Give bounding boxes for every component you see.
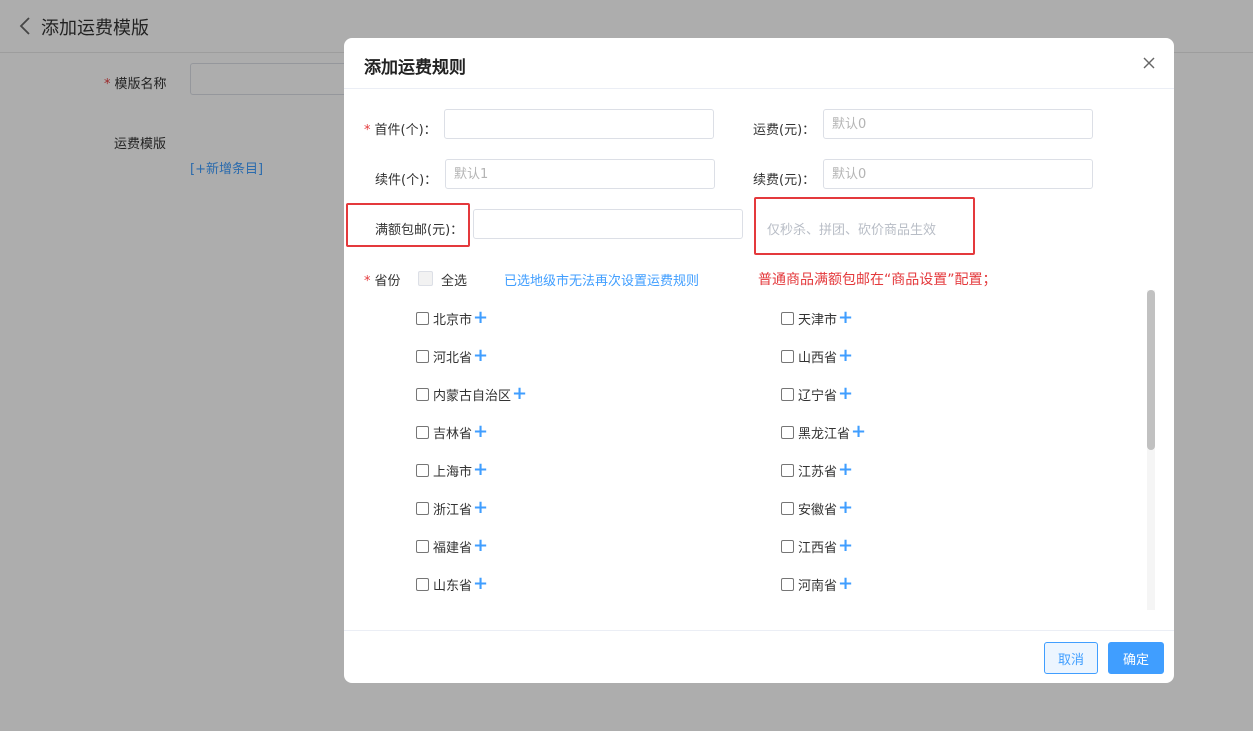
province-item: 河南省 + — [781, 574, 853, 594]
expand-plus-icon[interactable]: + — [473, 575, 488, 593]
province-label: 山东省 — [433, 578, 473, 594]
province-checkbox[interactable] — [416, 463, 429, 477]
first-item-input[interactable] — [444, 109, 714, 139]
confirm-button[interactable]: 确定 — [1108, 642, 1164, 674]
province-item: 吉林省 + — [416, 422, 488, 442]
province-label: 天津市 — [798, 312, 838, 328]
province-checkbox[interactable] — [781, 463, 794, 477]
province-checkbox[interactable] — [416, 501, 429, 515]
dialog-footer: 取消 确定 — [344, 630, 1174, 683]
province-label: 辽宁省 — [798, 388, 838, 404]
free-shipping-hint: 仅秒杀、拼团、砍价商品生效 — [767, 223, 937, 238]
city-notice: 已选地级市无法再次设置运费规则 — [504, 274, 700, 289]
province-label: 北京市 — [433, 312, 473, 328]
province-item: 浙江省 + — [416, 498, 488, 518]
province-label: 上海市 — [433, 464, 473, 480]
province-checkbox[interactable] — [781, 425, 794, 439]
expand-plus-icon[interactable]: + — [473, 499, 488, 517]
province-item: 安徽省 + — [781, 498, 853, 518]
select-all-checkbox[interactable] — [418, 271, 433, 286]
dialog-header: 添加运费规则 — [344, 38, 1174, 89]
expand-plus-icon[interactable]: + — [473, 347, 488, 365]
province-checkbox[interactable] — [781, 501, 794, 515]
province-checkbox[interactable] — [781, 311, 794, 325]
expand-plus-icon[interactable]: + — [851, 423, 866, 441]
expand-plus-icon[interactable]: + — [838, 309, 853, 327]
expand-plus-icon[interactable]: + — [838, 461, 853, 479]
province-checkbox[interactable] — [416, 387, 429, 401]
province-item: 辽宁省 + — [781, 384, 853, 404]
cancel-button[interactable]: 取消 — [1044, 642, 1098, 674]
required-star: * — [364, 123, 371, 138]
province-item: 福建省 + — [416, 536, 488, 556]
expand-plus-icon[interactable]: + — [838, 575, 853, 593]
province-label: 安徽省 — [798, 502, 838, 518]
province-label: 江西省 — [798, 540, 838, 556]
province-label: * 省份 — [364, 274, 401, 289]
extra-fee-input[interactable] — [823, 159, 1093, 189]
province-item: 江西省 + — [781, 536, 853, 556]
province-item: 河北省 + — [416, 346, 488, 366]
first-fee-label: 运费(元)： — [753, 123, 816, 138]
select-all-label: 全选 — [441, 274, 468, 289]
extra-fee-label: 续费(元)： — [753, 173, 816, 188]
province-item: 山西省 + — [781, 346, 853, 366]
province-checkbox[interactable] — [781, 539, 794, 553]
add-shipping-rule-dialog: 添加运费规则 *首件(个)： 运费(元)： 续件(个)： 续费(元)： 满额包邮… — [344, 38, 1174, 683]
province-item: 黑龙江省 + — [781, 422, 866, 442]
province-item: 内蒙古自治区 + — [416, 384, 527, 404]
expand-plus-icon[interactable]: + — [838, 537, 853, 555]
province-label: 浙江省 — [433, 502, 473, 518]
province-label: 山西省 — [798, 350, 838, 366]
expand-plus-icon[interactable]: + — [473, 309, 488, 327]
extra-item-label: 续件(个)： — [375, 173, 438, 188]
province-label: 福建省 — [433, 540, 473, 556]
province-label: 吉林省 — [433, 426, 473, 442]
expand-plus-icon[interactable]: + — [473, 423, 488, 441]
expand-plus-icon[interactable]: + — [838, 499, 853, 517]
province-checkbox[interactable] — [416, 539, 429, 553]
extra-item-input[interactable] — [445, 159, 715, 189]
dialog-title: 添加运费规则 — [364, 58, 466, 78]
expand-plus-icon[interactable]: + — [473, 537, 488, 555]
province-item: 山东省 + — [416, 574, 488, 594]
province-label: 河南省 — [798, 578, 838, 594]
free-shipping-input[interactable] — [473, 209, 743, 239]
expand-plus-icon[interactable]: + — [512, 385, 527, 403]
free-shipping-label: 满额包邮(元)： — [375, 223, 464, 238]
province-checkbox[interactable] — [781, 387, 794, 401]
province-checkbox[interactable] — [416, 425, 429, 439]
required-star: * — [364, 274, 371, 289]
expand-plus-icon[interactable]: + — [473, 461, 488, 479]
first-item-label: * 首件(个)： — [364, 123, 437, 138]
province-checkbox[interactable] — [416, 311, 429, 325]
expand-plus-icon[interactable]: + — [838, 385, 853, 403]
province-label: 黑龙江省 — [798, 426, 851, 442]
province-checkbox[interactable] — [781, 577, 794, 591]
province-label: 内蒙古自治区 — [433, 388, 512, 404]
province-item: 江苏省 + — [781, 460, 853, 480]
province-checkbox[interactable] — [416, 577, 429, 591]
province-item: 北京市 + — [416, 308, 488, 328]
province-item: 天津市 + — [781, 308, 853, 328]
province-label: 河北省 — [433, 350, 473, 366]
close-icon[interactable] — [1140, 54, 1158, 72]
expand-plus-icon[interactable]: + — [838, 347, 853, 365]
scrollbar-thumb[interactable] — [1147, 290, 1155, 450]
province-checkbox[interactable] — [416, 349, 429, 363]
province-label: 江苏省 — [798, 464, 838, 480]
config-notice: 普通商品满额包邮在“商品设置”配置； — [758, 272, 997, 288]
first-fee-input[interactable] — [823, 109, 1093, 139]
province-item: 上海市 + — [416, 460, 488, 480]
province-checkbox[interactable] — [781, 349, 794, 363]
